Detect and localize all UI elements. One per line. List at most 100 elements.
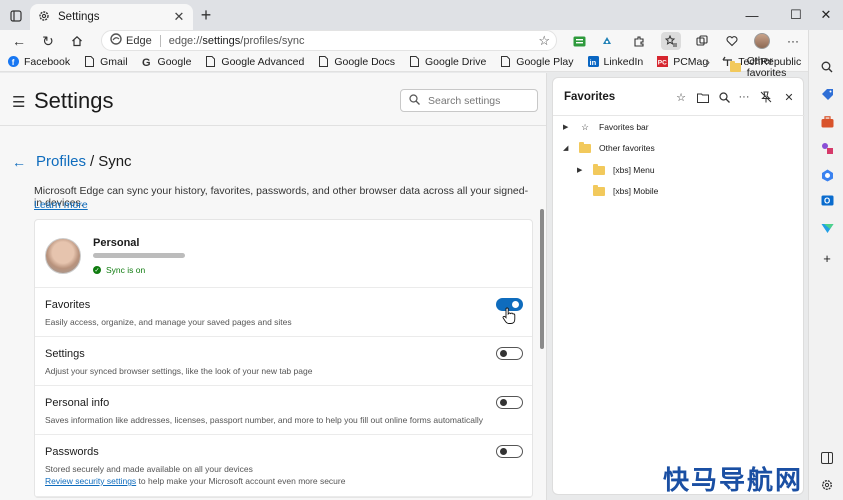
breadcrumb-current: Sync bbox=[98, 153, 132, 170]
svg-text:in: in bbox=[589, 58, 596, 67]
favorites-header: Favorites ☆ ··· ✕ bbox=[553, 78, 805, 116]
learn-more-link[interactable]: Learn more bbox=[34, 199, 88, 211]
expand-arrow-icon[interactable]: ▶ bbox=[577, 166, 587, 174]
row-help: Easily access, organize, and manage your… bbox=[45, 317, 292, 327]
omnibox-edge-label: Edge bbox=[126, 34, 152, 47]
more-options-icon[interactable]: ··· bbox=[736, 89, 752, 105]
review-security-settings-link[interactable]: Review security settings bbox=[45, 476, 136, 486]
collapse-arrow-icon[interactable]: ◢ bbox=[563, 144, 573, 152]
search-input[interactable] bbox=[428, 94, 528, 107]
favorites-tree-item[interactable]: ▶ ☆ Favorites bar bbox=[563, 121, 649, 133]
facebook-icon: f bbox=[8, 56, 19, 67]
address-toolbar: ← ↻ Edge edge://settings/profiles/sync ☆… bbox=[0, 30, 808, 52]
bookmark-google-play[interactable]: Google Play bbox=[500, 56, 574, 68]
toggle-knob bbox=[500, 399, 507, 406]
add-folder-icon[interactable] bbox=[695, 89, 711, 105]
row-help-security: Review security settings to help make yo… bbox=[45, 476, 346, 486]
settings-toggle[interactable] bbox=[496, 347, 523, 360]
toggle-knob bbox=[500, 448, 507, 455]
search-icon[interactable] bbox=[817, 57, 837, 77]
bookmarks-overflow-chevron-icon[interactable]: › bbox=[706, 55, 710, 69]
row-label: Personal info bbox=[45, 397, 110, 409]
microsoft-365-icon[interactable] bbox=[817, 165, 837, 185]
bookmark-google-advanced[interactable]: Google Advanced bbox=[205, 56, 304, 68]
tools-briefcase-icon[interactable] bbox=[817, 112, 837, 132]
bookmark-google-docs[interactable]: Google Docs bbox=[318, 56, 395, 68]
svg-text:PC: PC bbox=[658, 60, 667, 67]
home-button[interactable] bbox=[67, 32, 87, 50]
favorites-tree-item[interactable]: ◢ Other favorites bbox=[563, 141, 655, 153]
browser-essentials-icon[interactable] bbox=[722, 32, 742, 50]
close-pane-icon[interactable]: ✕ bbox=[781, 89, 797, 105]
collections-icon[interactable] bbox=[692, 32, 712, 50]
address-bar[interactable]: Edge edge://settings/profiles/sync ☆ bbox=[101, 30, 557, 51]
refresh-button[interactable]: ↻ bbox=[38, 32, 58, 50]
extension-green-icon[interactable] bbox=[569, 32, 589, 50]
favorites-toolbar-icon[interactable] bbox=[661, 32, 681, 50]
add-sidebar-app-icon[interactable]: + bbox=[817, 248, 837, 268]
avatar bbox=[754, 33, 770, 49]
drop-icon[interactable] bbox=[817, 218, 837, 238]
pcmag-icon: PC bbox=[657, 56, 669, 67]
sync-row-passwords: Passwords Stored securely and made avail… bbox=[35, 435, 532, 497]
minimize-button[interactable]: — bbox=[738, 5, 766, 25]
tab-title: Settings bbox=[58, 11, 100, 23]
bookmark-facebook[interactable]: f Facebook bbox=[8, 56, 70, 68]
page-icon bbox=[318, 56, 329, 67]
title-bar: Settings ✕ + — ☐ ✕ bbox=[0, 0, 843, 30]
hide-sidebar-icon[interactable] bbox=[817, 448, 837, 468]
linkedin-icon: in bbox=[587, 56, 599, 67]
extension-puzzle-blue-icon[interactable] bbox=[597, 32, 617, 50]
passwords-toggle[interactable] bbox=[496, 445, 523, 458]
maximize-button[interactable]: ☐ bbox=[782, 5, 810, 25]
folder-icon bbox=[593, 184, 605, 196]
svg-text:G: G bbox=[142, 57, 151, 67]
unpin-pane-icon[interactable] bbox=[758, 89, 774, 105]
more-menu-icon[interactable]: ··· bbox=[783, 32, 803, 50]
close-window-button[interactable]: ✕ bbox=[812, 5, 840, 25]
sidebar-settings-gear-icon[interactable] bbox=[817, 475, 837, 495]
bookmark-gmail[interactable]: Gmail bbox=[84, 56, 128, 68]
breadcrumb: ← Profiles / Sync bbox=[12, 153, 132, 170]
scrollbar-thumb[interactable] bbox=[540, 209, 544, 349]
breadcrumb-profiles-link[interactable]: Profiles bbox=[36, 153, 86, 170]
outlook-icon[interactable]: O bbox=[817, 190, 837, 210]
add-favorite-star-icon[interactable]: ☆ bbox=[538, 33, 550, 49]
settings-scrollbar[interactable] bbox=[538, 126, 546, 500]
menu-hamburger-icon[interactable]: ☰ bbox=[12, 93, 25, 111]
back-arrow-icon[interactable]: ← bbox=[12, 154, 26, 170]
profile-avatar-button[interactable] bbox=[752, 32, 772, 50]
tab-actions-icon[interactable] bbox=[6, 6, 26, 26]
games-icon[interactable] bbox=[817, 138, 837, 158]
star-icon: ☆ bbox=[581, 121, 589, 132]
bookmark-other-favorites[interactable]: Other favorites bbox=[730, 55, 808, 79]
bookmark-linkedin[interactable]: in LinkedIn bbox=[587, 56, 643, 68]
tab-settings[interactable]: Settings ✕ bbox=[30, 4, 193, 30]
row-label: Passwords bbox=[45, 446, 99, 458]
toggle-knob bbox=[500, 350, 507, 357]
row-label: Favorites bbox=[45, 299, 91, 311]
add-favorite-icon[interactable]: ☆ bbox=[673, 89, 689, 105]
bookmark-pcmag[interactable]: PC PCMag bbox=[657, 56, 708, 68]
favorites-tree-item[interactable]: [xbs] Mobile bbox=[577, 184, 658, 196]
shopping-tag-icon[interactable] bbox=[817, 84, 837, 104]
close-tab-icon[interactable]: ✕ bbox=[171, 9, 187, 25]
extensions-icon[interactable] bbox=[629, 32, 649, 50]
row-label: Settings bbox=[45, 348, 85, 360]
bookmark-google[interactable]: G Google bbox=[142, 56, 192, 68]
omnibox-separator bbox=[159, 34, 161, 47]
search-favorites-icon[interactable] bbox=[716, 89, 732, 105]
personal-info-toggle[interactable] bbox=[496, 396, 523, 409]
search-settings-box[interactable] bbox=[400, 89, 538, 112]
svg-text:O: O bbox=[824, 196, 830, 205]
profile-email-redacted bbox=[93, 253, 185, 258]
search-icon bbox=[409, 93, 420, 108]
new-tab-button[interactable]: + bbox=[197, 5, 215, 25]
back-button[interactable]: ← bbox=[9, 32, 29, 50]
page-icon bbox=[84, 56, 95, 67]
bookmark-google-drive[interactable]: Google Drive bbox=[409, 56, 486, 68]
favorites-tree-item[interactable]: ▶ [xbs] Menu bbox=[577, 163, 655, 175]
expand-arrow-icon[interactable]: ▶ bbox=[563, 123, 573, 131]
sync-row-personal-info: Personal info Saves information like add… bbox=[35, 386, 532, 435]
folder-icon bbox=[593, 163, 605, 175]
